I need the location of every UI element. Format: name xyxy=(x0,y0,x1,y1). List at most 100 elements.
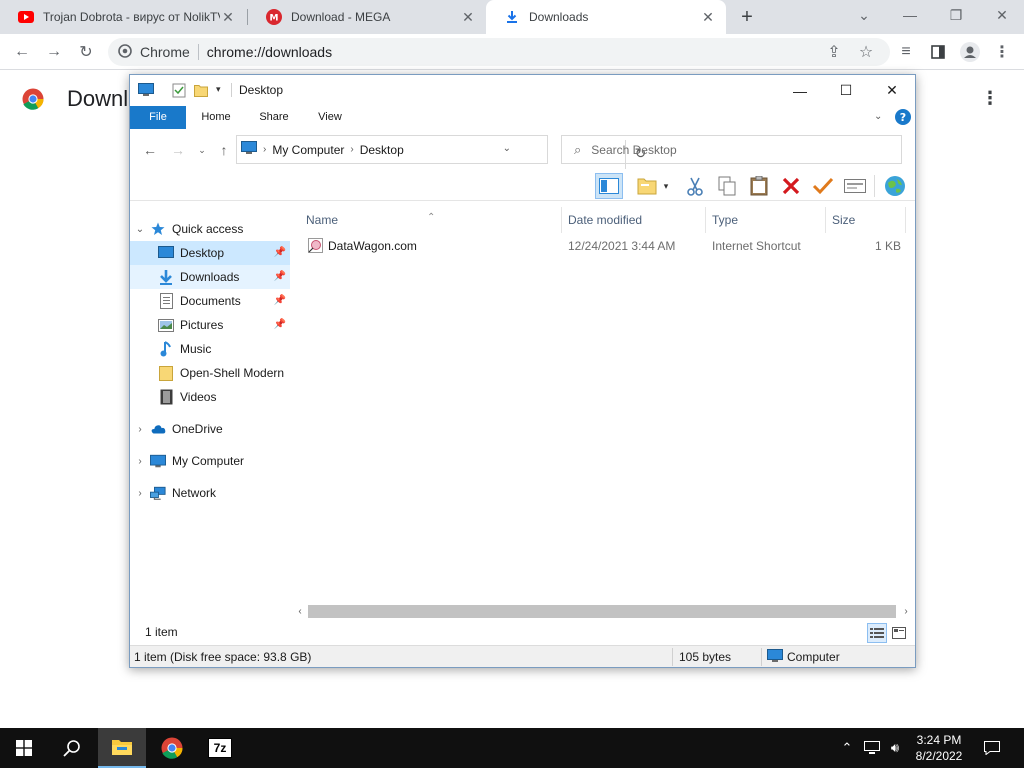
nav-item-music[interactable]: Music xyxy=(130,337,290,361)
file-size: 1 KB xyxy=(875,239,902,253)
chevron-right-icon[interactable]: › xyxy=(263,144,266,155)
network-tray-icon[interactable] xyxy=(860,728,884,768)
scrollbar-thumb[interactable] xyxy=(308,605,896,618)
nav-my-computer[interactable]: › My Computer xyxy=(130,449,290,473)
tab-mega[interactable]: M Download - MEGA ✕ xyxy=(248,0,486,34)
nav-quick-access[interactable]: ⌄ Quick access xyxy=(130,217,290,241)
cut-icon[interactable] xyxy=(681,173,709,199)
nav-onedrive[interactable]: › OneDrive xyxy=(130,417,290,441)
column-header-name[interactable]: Name ⌃ xyxy=(300,207,562,233)
nav-item-pictures[interactable]: Pictures 📌 xyxy=(130,313,290,337)
recent-locations-icon[interactable]: ⌄ xyxy=(192,141,212,159)
share-icon[interactable]: ⇪ xyxy=(820,38,848,66)
chevron-down-icon[interactable]: ⌄ xyxy=(130,224,150,235)
navigation-pane-icon[interactable] xyxy=(595,173,623,199)
file-row[interactable]: DataWagon.com 12/24/2021 3:44 AM Interne… xyxy=(300,235,906,257)
taskbar-clock[interactable]: 3:24 PM 8/2/2022 xyxy=(900,732,978,764)
media-control-icon[interactable]: ≡ xyxy=(892,38,920,66)
column-header-type[interactable]: Type xyxy=(706,207,826,233)
new-tab-button[interactable]: + xyxy=(736,6,758,28)
7zip-icon[interactable]: 7z xyxy=(196,728,244,768)
tab-search-chevron-icon[interactable]: ⌄ xyxy=(840,0,888,30)
tab-downloads[interactable]: Downloads ✕ xyxy=(486,0,726,34)
ribbon-tabs: File Home Share View ⌄ ? xyxy=(130,106,915,129)
tab-file[interactable]: File xyxy=(130,106,186,129)
layout-dropdown-icon[interactable]: ▾ xyxy=(659,173,673,199)
nav-item-documents[interactable]: Documents 📌 xyxy=(130,289,290,313)
column-header-date[interactable]: Date modified xyxy=(562,207,706,233)
search-input[interactable]: ⌕ Search Desktop xyxy=(561,135,902,164)
nav-network[interactable]: › Network xyxy=(130,481,290,505)
close-icon[interactable]: ✕ xyxy=(700,9,716,25)
omnibox[interactable]: Chrome chrome://downloads xyxy=(108,38,890,66)
rename-check-icon[interactable] xyxy=(809,173,837,199)
start-icon[interactable] xyxy=(0,728,48,768)
chevron-right-icon[interactable]: › xyxy=(130,488,150,499)
quick-access-dropdown-icon[interactable]: ▾ xyxy=(216,84,221,95)
up-button[interactable]: ↑ xyxy=(214,141,234,159)
chrome-icon[interactable] xyxy=(148,728,196,768)
pin-icon[interactable]: 📌 xyxy=(274,319,286,330)
globe-icon[interactable] xyxy=(881,173,909,199)
minimize-button[interactable]: — xyxy=(777,75,823,106)
minimize-button[interactable]: — xyxy=(886,0,934,30)
properties-icon[interactable] xyxy=(172,83,186,101)
close-icon[interactable]: ✕ xyxy=(460,9,476,25)
details-view-icon[interactable] xyxy=(867,623,887,643)
horizontal-scrollbar[interactable]: ‹ › xyxy=(290,603,915,620)
close-icon[interactable]: ✕ xyxy=(220,9,236,25)
show-hidden-icons-icon[interactable]: ⌃ xyxy=(836,728,858,768)
pin-icon[interactable]: 📌 xyxy=(274,295,286,306)
new-folder-icon[interactable] xyxy=(194,83,208,100)
forward-button[interactable]: → xyxy=(168,141,188,159)
nav-item-desktop[interactable]: Desktop 📌 xyxy=(130,241,290,265)
pin-icon[interactable]: 📌 xyxy=(274,247,286,258)
help-icon[interactable]: ? xyxy=(895,109,911,128)
side-panel-icon[interactable] xyxy=(924,38,952,66)
back-button[interactable]: ← xyxy=(140,141,160,159)
chrome-menu-icon[interactable]: ⋮ xyxy=(988,38,1016,66)
profile-avatar-icon[interactable] xyxy=(956,38,984,66)
chevron-down-icon[interactable]: ⌄ xyxy=(503,143,511,154)
close-button[interactable]: ✕ xyxy=(869,75,915,106)
notification-icon[interactable] xyxy=(978,728,1006,768)
large-icons-view-icon[interactable] xyxy=(889,623,909,643)
file-explorer-icon[interactable] xyxy=(98,728,146,768)
properties-card-icon[interactable] xyxy=(841,173,869,199)
back-button[interactable]: ← xyxy=(8,38,36,66)
forward-button[interactable]: → xyxy=(40,38,68,66)
bookmark-star-icon[interactable]: ☆ xyxy=(852,38,880,66)
url-text[interactable]: chrome://downloads xyxy=(207,44,332,60)
file-name[interactable]: DataWagon.com xyxy=(328,239,417,253)
chevron-right-icon[interactable]: › xyxy=(130,424,150,435)
clock-date: 8/2/2022 xyxy=(915,749,963,763)
search-icon[interactable] xyxy=(48,728,96,768)
more-menu-icon[interactable]: ⋮ xyxy=(980,88,1000,110)
column-header-size[interactable]: Size xyxy=(826,207,906,233)
chevron-right-icon[interactable]: › xyxy=(130,456,150,467)
expand-ribbon-icon[interactable]: ⌄ xyxy=(874,111,882,122)
paste-icon[interactable] xyxy=(745,173,773,199)
nav-item-open-shell[interactable]: Open-Shell Modern xyxy=(130,361,290,385)
tab-view[interactable]: View xyxy=(306,106,354,129)
clock-time: 3:24 PM xyxy=(916,733,962,747)
pin-icon[interactable]: 📌 xyxy=(274,271,286,282)
tab-share[interactable]: Share xyxy=(250,106,298,129)
tab-youtube[interactable]: Trojan Dobrota - вирус от NolikTV ✕ xyxy=(0,0,246,34)
maximize-button[interactable]: ☐ xyxy=(823,75,869,106)
address-bar[interactable]: › My Computer › Desktop ⌄ ↻ xyxy=(236,135,646,169)
nav-item-downloads[interactable]: Downloads 📌 xyxy=(130,265,290,289)
breadcrumb-my-computer[interactable]: My Computer xyxy=(272,143,344,157)
breadcrumb-desktop[interactable]: Desktop xyxy=(360,143,404,157)
scroll-left-icon[interactable]: ‹ xyxy=(292,603,308,620)
reload-button[interactable]: ↻ xyxy=(72,38,100,66)
nav-item-videos[interactable]: Videos xyxy=(130,385,290,409)
chevron-right-icon[interactable]: › xyxy=(350,144,353,155)
copy-icon[interactable] xyxy=(713,173,741,199)
tab-home[interactable]: Home xyxy=(192,106,240,129)
scroll-right-icon[interactable]: › xyxy=(898,603,914,620)
restore-button[interactable]: ❐ xyxy=(932,0,980,30)
layout-icon[interactable] xyxy=(633,173,661,199)
delete-icon[interactable] xyxy=(777,173,805,199)
close-window-button[interactable]: ✕ xyxy=(978,0,1024,30)
